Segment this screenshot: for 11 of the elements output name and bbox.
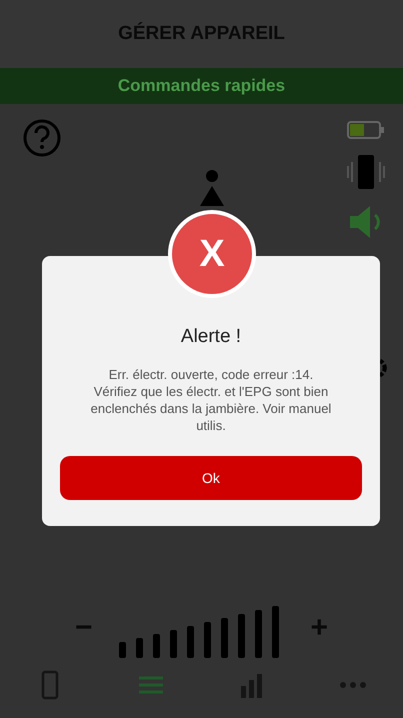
- dialog-title: Alerte !: [180, 326, 242, 348]
- vibrate-icon: [346, 152, 386, 192]
- battery-icon: [346, 118, 386, 142]
- volume-down-button[interactable]: −: [74, 611, 92, 645]
- more-icon: [340, 682, 366, 688]
- dialog-message: Err. électr. ouverte, code erreur :14. Vérifiez que les électr. et l'EPG sont bien enclenchés dans la jambière. Voir manuel utilis.: [90, 366, 332, 434]
- ok-button[interactable]: Ok: [60, 456, 362, 500]
- volume-up-button[interactable]: +: [310, 611, 328, 645]
- error-icon: X: [168, 210, 256, 298]
- section-title: Commandes rapides: [118, 76, 286, 96]
- help-icon[interactable]: [22, 118, 62, 158]
